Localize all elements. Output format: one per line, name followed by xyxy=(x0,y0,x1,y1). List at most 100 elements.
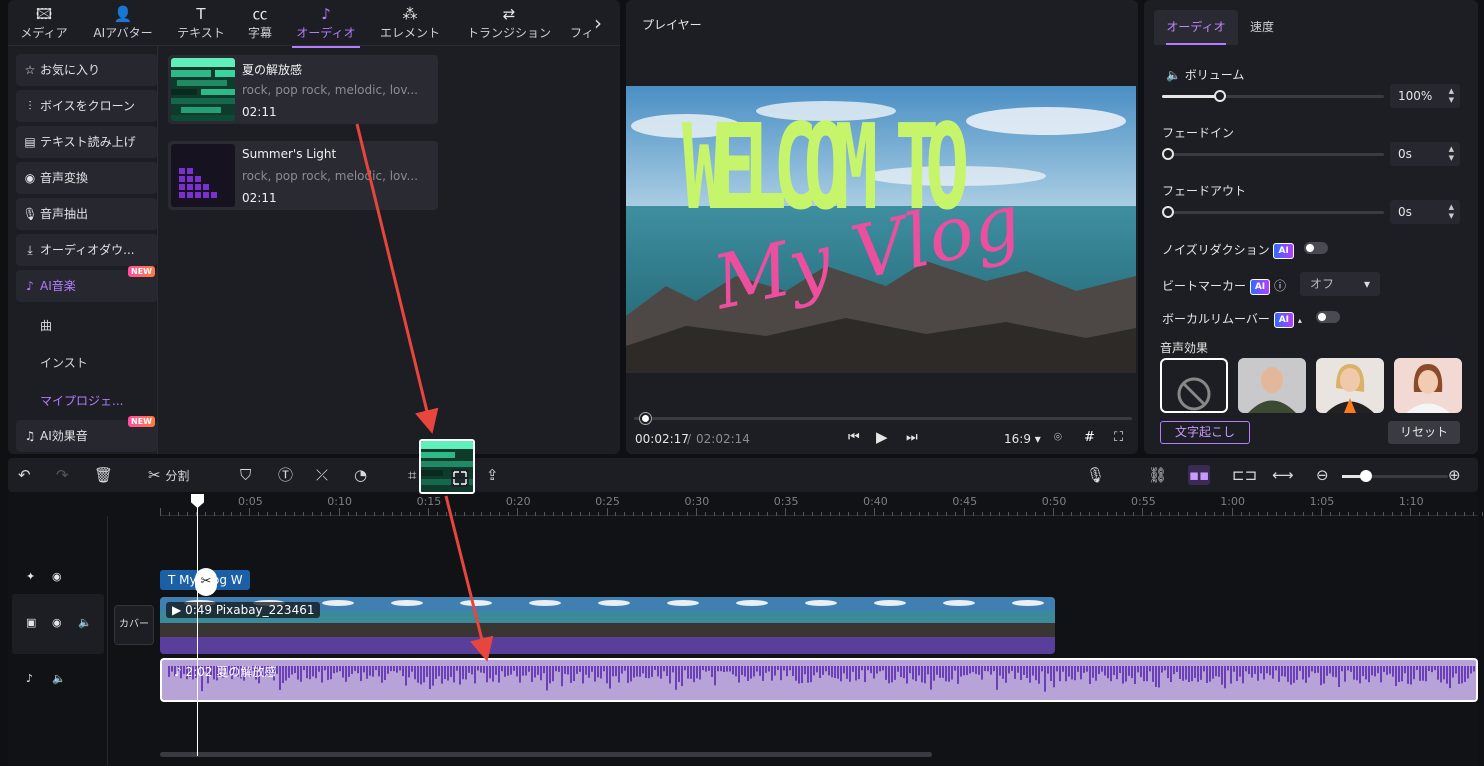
split-button[interactable]: ✂ 分割 xyxy=(148,465,189,486)
prev-frame-icon[interactable]: ⏮ xyxy=(848,430,860,445)
eye-icon[interactable]: ◉ xyxy=(52,570,62,583)
next-frame-icon[interactable]: ⏭ xyxy=(906,430,918,445)
fit-icon[interactable]: ⟷ xyxy=(1272,465,1294,485)
undo-icon[interactable]: ↶ xyxy=(18,465,31,485)
tab-transitions[interactable]: ⇄ トランジション xyxy=(462,4,556,44)
waveform-bar xyxy=(1446,666,1448,684)
scissors-icon[interactable]: ✂ xyxy=(195,568,217,596)
export-icon[interactable]: ⇪ xyxy=(486,465,499,485)
audio-clip[interactable]: ♪ 2:02 夏の解放感 xyxy=(160,658,1478,702)
music-card[interactable]: 夏の解放感 rock, pop rock, melodic, lov... 02… xyxy=(168,55,438,124)
marker-icon[interactable]: ⛉ xyxy=(240,465,251,485)
music-card[interactable]: Summer's Light rock, pop rock, melodic, … xyxy=(168,141,438,210)
volume-slider[interactable] xyxy=(1162,90,1384,102)
timeline-scrollbar[interactable] xyxy=(160,752,932,757)
waveform-bar xyxy=(1284,666,1286,677)
sidebar-item-favorites[interactable]: ☆ お気に入り xyxy=(16,54,157,86)
cut-tool-icon[interactable]: ⤫ xyxy=(316,465,328,485)
effect-voice-female[interactable] xyxy=(1316,358,1384,413)
magnet-icon[interactable]: ▪▪ xyxy=(1188,465,1210,485)
zoom-slider[interactable] xyxy=(1342,470,1448,482)
tab-audio-properties[interactable]: オーディオ xyxy=(1154,10,1238,45)
dragged-music-thumbnail[interactable] xyxy=(419,439,475,494)
stepper-icon[interactable]: ▲ ▼ xyxy=(1449,145,1454,163)
sidebar-item-ai-sfx[interactable]: ♫ AI効果音 NEW xyxy=(16,416,157,452)
eye-icon[interactable]: ◉ xyxy=(52,616,62,629)
playback-scrubber[interactable] xyxy=(634,417,1132,420)
waveform-bar xyxy=(681,666,683,686)
sidebar-subitem-songs[interactable]: 曲 xyxy=(40,317,52,334)
time-ruler[interactable]: 0:05 0:10 0:15 0:20 0:25 0:30 0:35 0:40 0:45 0:50… xyxy=(160,492,1483,516)
transcribe-button[interactable]: 文字起こし xyxy=(1160,421,1250,444)
link-icon[interactable]: ⛓ xyxy=(1148,465,1167,485)
caret-up-icon: ▴ xyxy=(1297,316,1302,325)
aspect-ratio-select[interactable]: 16:9 ▾ xyxy=(1004,432,1041,446)
waveform-bar xyxy=(1089,666,1091,685)
fadein-input[interactable]: 0s ▲ ▼ xyxy=(1390,142,1460,166)
video-clip[interactable]: ▶ 0:49 Pixabay_223461 xyxy=(160,597,1055,654)
redo-icon[interactable]: ↷ xyxy=(56,465,69,485)
microphone-icon[interactable]: 🎙 xyxy=(1086,465,1105,485)
tab-text[interactable]: T テキスト xyxy=(173,4,229,44)
sidebar-item-audio-download[interactable]: ⤓ オーディオダウ... xyxy=(16,234,157,266)
waveform-bar xyxy=(684,666,686,671)
sidebar-item-voice-changer[interactable]: ◉ 音声変換 xyxy=(16,162,157,194)
noise-reduction-toggle[interactable] xyxy=(1304,242,1328,254)
reset-button[interactable]: リセット xyxy=(1388,421,1460,444)
fadeout-input[interactable]: 0s ▲ ▼ xyxy=(1390,200,1460,224)
speaker-icon[interactable]: 🔈 xyxy=(52,672,66,685)
trim-icon[interactable]: ⊏⊐ xyxy=(1232,465,1257,485)
sidebar-subitem-my-projects[interactable]: マイプロジェ... xyxy=(40,392,123,409)
speaker-icon[interactable]: 🔈 xyxy=(78,616,92,629)
tab-speed[interactable]: 速度 xyxy=(1250,10,1274,45)
fadein-slider[interactable] xyxy=(1162,148,1384,160)
ruler-tick xyxy=(1481,512,1483,516)
effect-none[interactable] xyxy=(1160,358,1228,413)
tab-audio[interactable]: ♪ オーディオ xyxy=(292,4,360,48)
fadeout-slider[interactable] xyxy=(1162,206,1384,218)
tab-ai-avatar[interactable]: 👤 AIアバター xyxy=(88,4,158,44)
ruler-tick xyxy=(1445,512,1447,516)
fadeout-slider-handle[interactable] xyxy=(1162,206,1174,218)
waveform-bar xyxy=(1149,666,1151,672)
sidebar-item-ai-music[interactable]: ♪ AI音楽 NEW xyxy=(16,266,157,302)
waveform-bar xyxy=(768,666,770,672)
sidebar-item-audio-extract[interactable]: 🎙 音声抽出 xyxy=(16,198,157,230)
sidebar-subitem-instrumental[interactable]: インスト xyxy=(40,354,88,371)
fullscreen-icon[interactable]: ⛶ xyxy=(1114,430,1123,445)
speed-icon[interactable]: ◔ xyxy=(354,465,367,485)
zoom-slider-handle[interactable] xyxy=(1360,470,1372,482)
camera-icon[interactable]: ⌾ xyxy=(1054,430,1062,445)
fadein-slider-handle[interactable] xyxy=(1162,148,1174,160)
tab-captions[interactable]: ㏄字幕 xyxy=(243,4,277,44)
vocal-remover-toggle[interactable] xyxy=(1316,311,1340,323)
zoom-in-icon[interactable]: ⊕ xyxy=(1448,465,1461,485)
effect-voice-male[interactable] xyxy=(1238,358,1306,413)
info-icon[interactable]: ⓘ xyxy=(1274,279,1286,293)
tab-filters[interactable]: フィ xyxy=(570,4,594,44)
crop-icon[interactable]: ⌗ xyxy=(408,465,416,485)
chevron-right-icon[interactable]: › xyxy=(594,12,610,36)
cover-button[interactable]: カバー xyxy=(114,605,154,645)
zoom-out-icon[interactable]: ⊖ xyxy=(1316,465,1329,485)
stepper-icon[interactable]: ▲ ▼ xyxy=(1449,87,1454,105)
play-icon[interactable]: ▶ xyxy=(876,428,888,446)
delete-icon[interactable]: 🗑 xyxy=(94,465,113,485)
beat-marker-select[interactable]: オフ ▾ xyxy=(1300,272,1380,296)
ruler-tick xyxy=(624,512,626,516)
tab-media[interactable]: 🖾 メディア xyxy=(16,4,72,44)
text-tool-icon[interactable]: Ⓣ xyxy=(278,465,293,485)
playhead[interactable] xyxy=(197,494,198,756)
video-preview[interactable]: WELCOM TO My Vlog xyxy=(626,86,1136,373)
tab-elements[interactable]: ⁂ エレメント xyxy=(376,4,444,44)
stepper-icon[interactable]: ▲ ▼ xyxy=(1449,203,1454,221)
grid-icon[interactable]: # xyxy=(1084,430,1095,445)
sidebar-item-voice-clone[interactable]: ⫶ ボイスをクローン xyxy=(16,90,157,122)
waveform-bar xyxy=(1095,666,1097,681)
sidebar-item-tts[interactable]: ▤ テキスト読み上げ xyxy=(16,126,157,158)
scrubber-handle[interactable] xyxy=(640,413,651,424)
volume-slider-handle[interactable] xyxy=(1213,90,1226,102)
effect-voice-child[interactable] xyxy=(1394,358,1462,413)
waveform-bar xyxy=(1182,666,1184,681)
volume-input[interactable]: 100% ▲ ▼ xyxy=(1390,84,1460,108)
